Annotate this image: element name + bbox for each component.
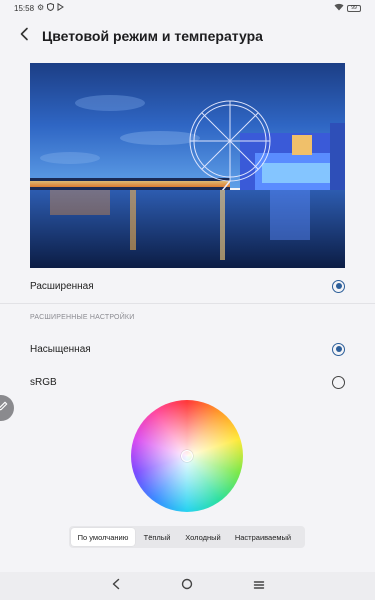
status-bar: 15:58 ⚙ 99 xyxy=(0,0,375,16)
chevron-left-icon xyxy=(19,27,29,46)
advanced-option-label: sRGB xyxy=(30,376,57,388)
shield-icon xyxy=(47,2,55,13)
tab-cold[interactable]: Холодный xyxy=(179,528,227,546)
radio-unselected-icon[interactable] xyxy=(332,375,345,389)
radio-selected-icon[interactable] xyxy=(332,342,345,356)
mode-option-extended[interactable]: Расширенная xyxy=(0,271,375,301)
preview-image xyxy=(30,63,345,268)
page-title: Цветовой режим и температура xyxy=(42,28,263,44)
radio-selected-icon[interactable] xyxy=(332,279,345,293)
advanced-option-srgb[interactable]: sRGB xyxy=(0,367,375,397)
status-left: 15:58 ⚙ xyxy=(14,2,65,13)
advanced-option-label: Насыщенная xyxy=(30,343,91,355)
battery-indicator: 99 xyxy=(347,4,361,12)
nav-home-button[interactable] xyxy=(172,574,202,598)
menu-lines-icon xyxy=(253,577,265,595)
tab-custom[interactable]: Настраиваемый xyxy=(227,528,299,546)
app-header: Цветовой режим и температура xyxy=(0,22,375,50)
back-button[interactable] xyxy=(6,22,42,50)
color-wheel-knob[interactable] xyxy=(181,450,193,462)
edit-floating-button[interactable] xyxy=(0,395,14,421)
nav-back-button[interactable] xyxy=(101,574,131,598)
circle-home-icon xyxy=(181,577,193,595)
section-divider xyxy=(0,303,375,304)
advanced-option-saturated[interactable]: Насыщенная xyxy=(0,334,375,364)
settings-gear-icon: ⚙ xyxy=(37,3,45,12)
color-wheel[interactable] xyxy=(131,400,243,512)
temperature-segmented-control: По умолчанию Тёплый Холодный Настраиваем… xyxy=(69,526,305,548)
tab-warm[interactable]: Тёплый xyxy=(135,528,179,546)
pencil-icon xyxy=(0,399,9,417)
tab-default[interactable]: По умолчанию xyxy=(71,528,135,546)
nav-recents-button[interactable] xyxy=(244,574,274,598)
play-store-icon xyxy=(57,2,65,13)
triangle-back-icon xyxy=(111,577,121,595)
system-nav-bar xyxy=(0,572,375,600)
section-title: РАСШИРЕННЫЕ НАСТРОЙКИ xyxy=(30,314,135,321)
status-time: 15:58 xyxy=(14,3,35,13)
status-right: 99 xyxy=(334,3,361,13)
mode-option-label: Расширенная xyxy=(30,280,94,292)
wifi-icon xyxy=(334,3,344,13)
